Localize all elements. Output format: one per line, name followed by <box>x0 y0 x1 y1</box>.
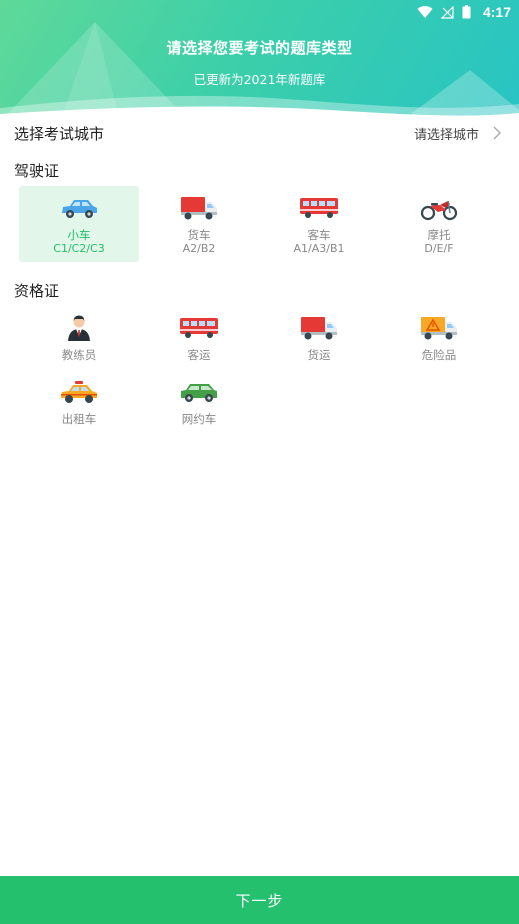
qualification-item-taxi[interactable]: 出租车 <box>19 370 139 434</box>
motorcycle-icon <box>420 200 458 221</box>
hazmat-truck-icon <box>421 317 457 340</box>
license-item-bus[interactable]: 客车 A1/A3/B1 <box>259 186 379 262</box>
chevron-right-icon <box>493 126 501 140</box>
qualification-item-instructor[interactable]: 教练员 <box>19 306 139 370</box>
battery-icon <box>462 5 471 19</box>
qualification-item-hazmat[interactable]: 危险品 <box>379 306 499 370</box>
license-grid: 小车 C1/C2/C3 货车 A2/B2 客车 A1/A3/B1 摩托 D/E/… <box>19 186 499 262</box>
qualification-item-freight[interactable]: 货运 <box>259 306 379 370</box>
wifi-icon <box>417 5 433 18</box>
city-label: 选择考试城市 <box>14 124 105 143</box>
license-item-car[interactable]: 小车 C1/C2/C3 <box>19 186 139 262</box>
license-item-truck[interactable]: 货车 A2/B2 <box>139 186 259 262</box>
city-selector-row[interactable]: 选择考试城市 请选择城市 <box>0 118 519 148</box>
bus-icon <box>180 318 218 338</box>
page-subtitle: 已更新为2021年新题库 <box>193 72 326 87</box>
taxi-icon <box>61 381 97 403</box>
header-banner: 4:17 请选择您要考试的题库类型 已更新为2021年新题库 <box>0 0 519 122</box>
license-item-motorcycle[interactable]: 摩托 D/E/F <box>379 186 499 262</box>
city-placeholder: 请选择城市 <box>413 127 479 143</box>
qualification-item-label: 危险品 <box>421 348 457 362</box>
car-icon <box>62 200 97 218</box>
license-item-sub: C1/C2/C3 <box>53 242 105 255</box>
section-title-license: 驾驶证 <box>14 162 60 180</box>
signal-icon <box>440 5 454 19</box>
license-item-label: 客车 <box>307 228 331 242</box>
license-item-label: 货车 <box>187 228 211 242</box>
qualification-item-passenger[interactable]: 客运 <box>139 306 259 370</box>
qualification-item-label: 货运 <box>307 348 331 362</box>
page-title: 请选择您要考试的题库类型 <box>166 39 353 57</box>
next-step-button[interactable]: 下一步 <box>0 876 519 924</box>
qualification-item-label: 教练员 <box>61 348 97 362</box>
qualification-grid: 教练员 客运 货运 危险品 出租车 网约车 <box>19 306 499 434</box>
license-item-sub: A2/B2 <box>182 242 216 255</box>
truck-icon <box>301 317 337 340</box>
license-item-sub: D/E/F <box>424 242 454 255</box>
instructor-icon <box>68 315 90 341</box>
license-item-label: 摩托 <box>427 228 451 242</box>
license-item-sub: A1/A3/B1 <box>293 242 345 255</box>
city-picker[interactable]: 请选择城市 <box>414 124 505 143</box>
qualification-item-label: 网约车 <box>181 412 217 426</box>
status-time: 4:17 <box>482 4 511 20</box>
rideshare-car-icon <box>181 384 217 402</box>
qualification-item-label: 出租车 <box>61 412 97 426</box>
truck-icon <box>181 197 217 220</box>
qualification-item-rideshare[interactable]: 网约车 <box>139 370 259 434</box>
bus-icon <box>300 198 338 218</box>
section-title-qualification: 资格证 <box>14 282 60 300</box>
license-item-label: 小车 <box>67 228 91 242</box>
qualification-item-label: 客运 <box>187 348 211 362</box>
status-bar: 4:17 <box>0 0 519 24</box>
